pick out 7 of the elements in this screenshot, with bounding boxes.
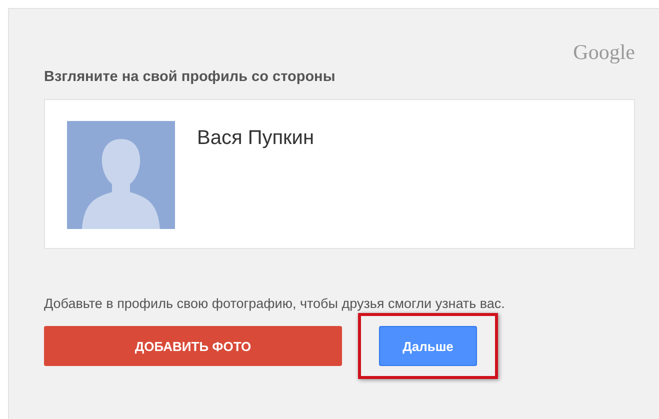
- hint-text: Добавьте в профиль свою фотографию, чтобы друзья смогли узнать вас.: [44, 295, 506, 313]
- profile-name: Вася Пупкин: [197, 127, 314, 151]
- action-button[interactable]: Дальше: [379, 326, 477, 366]
- action-button[interactable]: ДОБАВИТЬ ФОТО: [44, 326, 342, 366]
- logo: Google: [573, 41, 635, 63]
- avatar-icon: [67, 121, 175, 229]
- dialog-title: Взгляните на свой профиль со стороны: [44, 69, 336, 85]
